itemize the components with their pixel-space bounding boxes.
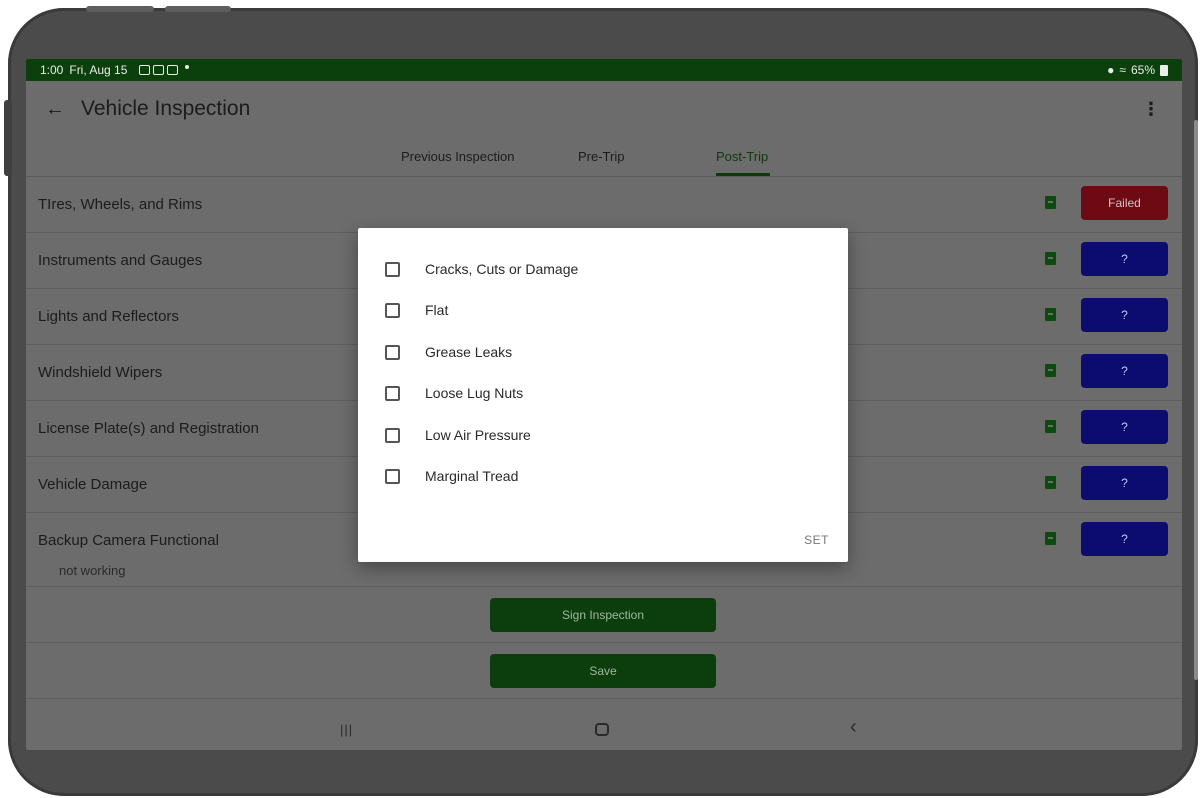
app-bar: ← Vehicle Inspection ⋮ (26, 81, 1182, 137)
status-button[interactable]: ? (1081, 298, 1168, 332)
option-item[interactable]: Flat (385, 298, 448, 322)
location-icon: ● (1107, 63, 1115, 77)
frame-edge (1194, 120, 1198, 680)
wifi-icon: ≈ (1119, 63, 1126, 77)
checkbox[interactable] (385, 385, 400, 401)
document-icon[interactable] (1045, 196, 1056, 209)
mail-icon (153, 65, 165, 75)
document-icon[interactable] (1045, 420, 1056, 433)
document-icon[interactable] (1045, 308, 1056, 321)
status-button[interactable]: ? (1081, 410, 1168, 444)
status-button[interactable]: ? (1081, 522, 1168, 556)
save-button[interactable]: Save (490, 654, 716, 688)
status-button[interactable]: ? (1081, 242, 1168, 276)
system-nav-bar: ||| ‹ (26, 706, 1182, 750)
message-icon (167, 65, 179, 75)
gallery-icon (139, 65, 151, 75)
overflow-menu-icon[interactable]: ⋮ (1142, 99, 1160, 120)
status-bar: 1:00 Fri, Aug 15 ● ≈ 65% (26, 59, 1182, 81)
row-label: Vehicle Damage (38, 476, 148, 493)
option-item[interactable]: Cracks, Cuts or Damage (385, 257, 578, 281)
status-date: Fri, Aug 15 (69, 63, 128, 77)
document-icon[interactable] (1045, 364, 1056, 377)
sign-inspection-button[interactable]: Sign Inspection (490, 598, 716, 632)
row-label: Instruments and Gauges (38, 252, 203, 269)
option-label: Loose Lug Nuts (425, 385, 524, 401)
active-tab-indicator (716, 173, 770, 176)
volume-button (86, 6, 154, 12)
document-icon[interactable] (1045, 532, 1056, 545)
option-item[interactable]: Marginal Tread (385, 464, 518, 488)
row-label: Windshield Wipers (38, 364, 163, 381)
option-label: Grease Leaks (425, 344, 513, 360)
page-title: Vehicle Inspection (81, 97, 251, 120)
option-label: Marginal Tread (425, 468, 519, 484)
option-label: Cracks, Cuts or Damage (425, 261, 579, 277)
option-label: Low Air Pressure (425, 427, 531, 443)
tab-previous-inspection[interactable]: Previous Inspection (401, 149, 514, 164)
checkbox[interactable] (385, 344, 400, 360)
option-label: Flat (425, 302, 449, 318)
row-label: Lights and Reflectors (38, 308, 179, 325)
failed-status-button[interactable]: Failed (1081, 186, 1168, 220)
power-button (165, 6, 231, 12)
recent-apps-icon[interactable]: ||| (340, 722, 353, 737)
status-button[interactable]: ? (1081, 466, 1168, 500)
status-time: 1:00 (40, 63, 64, 77)
battery-level: 65% (1130, 63, 1155, 77)
set-button[interactable]: SET (804, 533, 829, 547)
home-icon[interactable] (595, 723, 609, 736)
tab-bar: Previous Inspection Pre-Trip Post-Trip (26, 137, 1182, 177)
side-button (4, 100, 12, 176)
sign-row: Sign Inspection (26, 587, 1182, 643)
notification-dot-icon (185, 65, 190, 69)
option-item[interactable]: Low Air Pressure (385, 423, 531, 447)
row-label: License Plate(s) and Registration (38, 420, 259, 437)
defect-dialog: Cracks, Cuts or Damage Flat Grease Leaks… (358, 228, 848, 562)
tab-pre-trip[interactable]: Pre-Trip (578, 149, 624, 164)
document-icon[interactable] (1045, 476, 1056, 489)
checkbox[interactable] (385, 302, 400, 318)
save-row: Save (26, 643, 1182, 699)
status-button[interactable]: ? (1081, 354, 1168, 388)
row-note: not working (59, 563, 126, 578)
checkbox[interactable] (385, 468, 400, 484)
row-label: Backup Camera Functional (38, 532, 219, 549)
back-arrow-icon[interactable]: ← (45, 98, 67, 121)
option-item[interactable]: Loose Lug Nuts (385, 381, 523, 405)
option-item[interactable]: Grease Leaks (385, 340, 512, 364)
battery-icon (1160, 64, 1168, 76)
row-label: TIres, Wheels, and Rims (38, 196, 203, 213)
checkbox[interactable] (385, 261, 400, 277)
nav-back-icon[interactable]: ‹ (850, 716, 857, 739)
checkbox[interactable] (385, 427, 400, 443)
tab-post-trip[interactable]: Post-Trip (716, 149, 768, 164)
inspection-row: TIres, Wheels, and Rims Failed (26, 177, 1182, 233)
document-icon[interactable] (1045, 252, 1056, 265)
